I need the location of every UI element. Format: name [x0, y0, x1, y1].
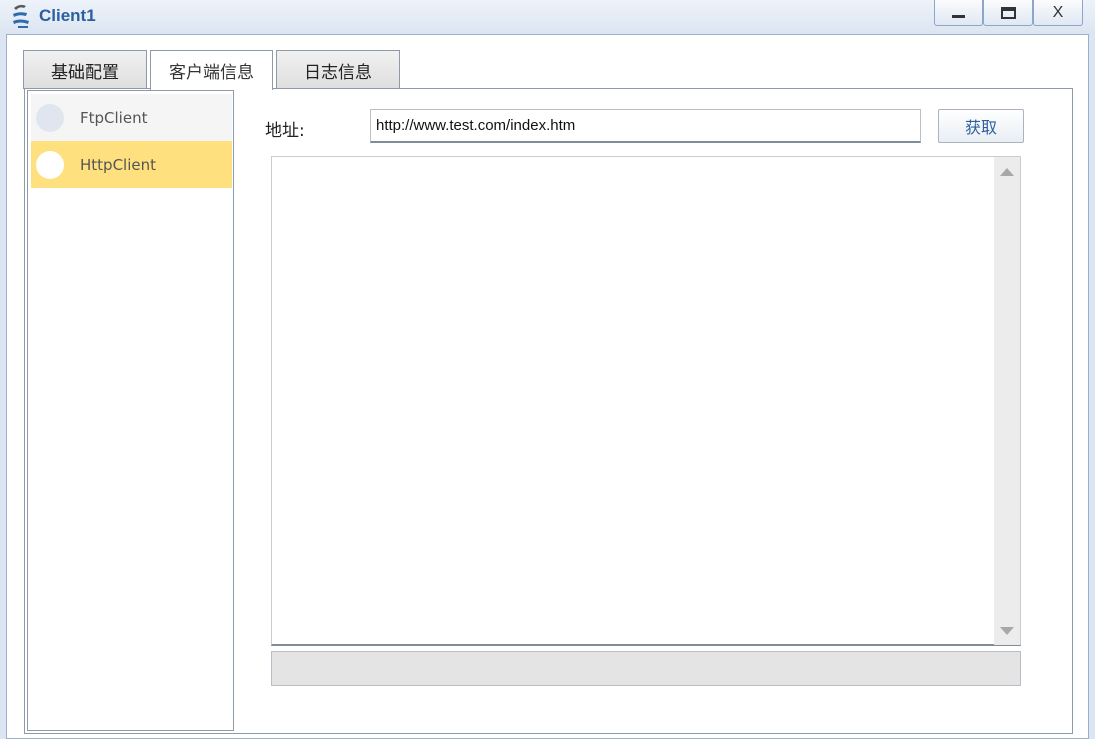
client-dot-icon: [36, 103, 64, 132]
maximize-button[interactable]: [983, 0, 1033, 26]
client-area: 基础配置 客户端信息 日志信息 FtpClient HttpClient 地址:…: [6, 34, 1089, 739]
client-app-icon: [13, 4, 29, 28]
fetch-button[interactable]: 获取: [938, 109, 1024, 143]
address-input[interactable]: [370, 109, 921, 143]
response-textarea[interactable]: [271, 156, 1021, 646]
address-label: 地址:: [265, 121, 305, 141]
client-dot-icon: [36, 150, 64, 179]
scroll-up-arrow-icon[interactable]: [1000, 168, 1014, 176]
window-title: Client1: [39, 6, 96, 25]
list-item-label: FtpClient: [80, 108, 148, 127]
list-item-ftpclient[interactable]: FtpClient: [31, 94, 232, 141]
tab-basic-config[interactable]: 基础配置: [23, 50, 147, 89]
tab-label: 客户端信息: [169, 63, 254, 83]
list-item-label: HttpClient: [80, 155, 156, 174]
client-list[interactable]: FtpClient HttpClient: [27, 90, 234, 731]
minimize-icon: [952, 15, 965, 18]
tab-label: 基础配置: [51, 62, 119, 83]
close-icon: X: [1052, 3, 1064, 21]
scroll-down-arrow-icon[interactable]: [1000, 627, 1014, 635]
list-item-httpclient[interactable]: HttpClient: [31, 141, 232, 188]
tab-panel: FtpClient HttpClient 地址: 获取: [24, 88, 1073, 734]
close-button[interactable]: X: [1033, 0, 1083, 26]
title-bar: Client1 X: [0, 0, 1095, 34]
minimize-button[interactable]: [934, 0, 983, 26]
tab-label: 日志信息: [304, 62, 372, 83]
vertical-scrollbar[interactable]: [994, 157, 1020, 645]
status-bar: [271, 651, 1021, 686]
fetch-button-label: 获取: [964, 118, 997, 137]
tab-log-info[interactable]: 日志信息: [276, 50, 400, 89]
maximize-icon: [1000, 6, 1016, 19]
tab-client-info[interactable]: 客户端信息: [150, 50, 273, 90]
